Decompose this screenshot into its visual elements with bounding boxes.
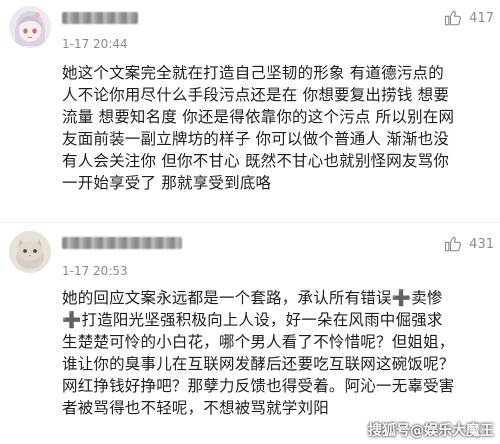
comment-line: 者被骂得也不轻呢，不想被骂就学刘阳 [62, 399, 329, 417]
comment-line: 友面前装一副立牌坊的样子 你可以做个普通人 渐渐也没 [62, 130, 450, 148]
comment-line: ➕打造阳光坚强积极向上人设，好一朵在风雨中倔强求 [62, 309, 492, 331]
plus-icon: ➕ [391, 289, 412, 307]
comment-line: 她这个文案完全就在打造自己坚韧的形象 有道德污点的 [62, 64, 444, 82]
comment-line: 生楚楚可怜的小白花，哪个男人看了不怜惜呢？但姐姐， [62, 333, 455, 351]
comment-line-part: 她的回应文案永远都是一个套路，承认所有错误 [62, 289, 392, 307]
comment-text: 她这个文案完全就在打造自己坚韧的形象 有道德污点的 人不论你用尽什么手段污点还是… [62, 62, 492, 194]
username-blurred[interactable] [62, 12, 138, 24]
comment-line: 流量 想要知名度 你还是得依靠你的这个污点 所以别在网 [62, 108, 455, 126]
comment-item: 1-17 20:44 417 她这个文案完全就在打造自己坚韧的形象 有道德污点的… [0, 0, 500, 222]
watermark: 搜狐号@娱乐大魔王 [368, 420, 494, 440]
comment-line: 一开始享受了 那就享受到底咯 [62, 174, 272, 192]
like-count: 431 [469, 236, 494, 252]
plus-icon: ➕ [62, 311, 82, 329]
comment-line: 网红挣钱好挣吧？那孽力反馈也得受着。阿沁一无辜受害 [62, 377, 455, 395]
cat-avatar-icon[interactable] [9, 231, 51, 273]
comment-date: 1-17 20:44 [62, 37, 128, 51]
anime-girl-avatar-icon[interactable] [9, 6, 51, 48]
like-button[interactable]: 417 [443, 8, 494, 28]
comment-line: 谁让你的臭事儿在互联网发酵后还要吃互联网这碗饭呢？ [62, 355, 455, 373]
comment-date: 1-17 20:53 [62, 264, 128, 278]
comment-item: 1-17 20:53 431 她的回应文案永远都是一个套路，承认所有错误➕卖惨 … [0, 223, 500, 444]
comment-line-part: 卖惨 [411, 289, 443, 307]
watermark-text: 搜狐号@娱乐大魔王 [368, 423, 494, 439]
like-button[interactable]: 431 [443, 234, 494, 254]
thumbs-up-icon [445, 10, 462, 26]
comment-line-part: 打造阳光坚强积极向上人设，好一朵在风雨中倔强求 [81, 311, 443, 329]
comment-line: 她的回应文案永远都是一个套路，承认所有错误➕卖惨 [62, 287, 492, 309]
like-count: 417 [469, 10, 494, 26]
username-blurred[interactable] [62, 237, 182, 249]
thumbs-up-icon [445, 236, 462, 252]
comment-line: 有人会关注你 但你不甘心 既然不甘心也就别怪网友骂你 [62, 152, 450, 170]
comment-line: 人不论你用尽什么手段污点还是在 你想要复出捞钱 想要 [62, 86, 450, 104]
comment-text: 她的回应文案永远都是一个套路，承认所有错误➕卖惨 ➕打造阳光坚强积极向上人设，好… [62, 287, 492, 419]
